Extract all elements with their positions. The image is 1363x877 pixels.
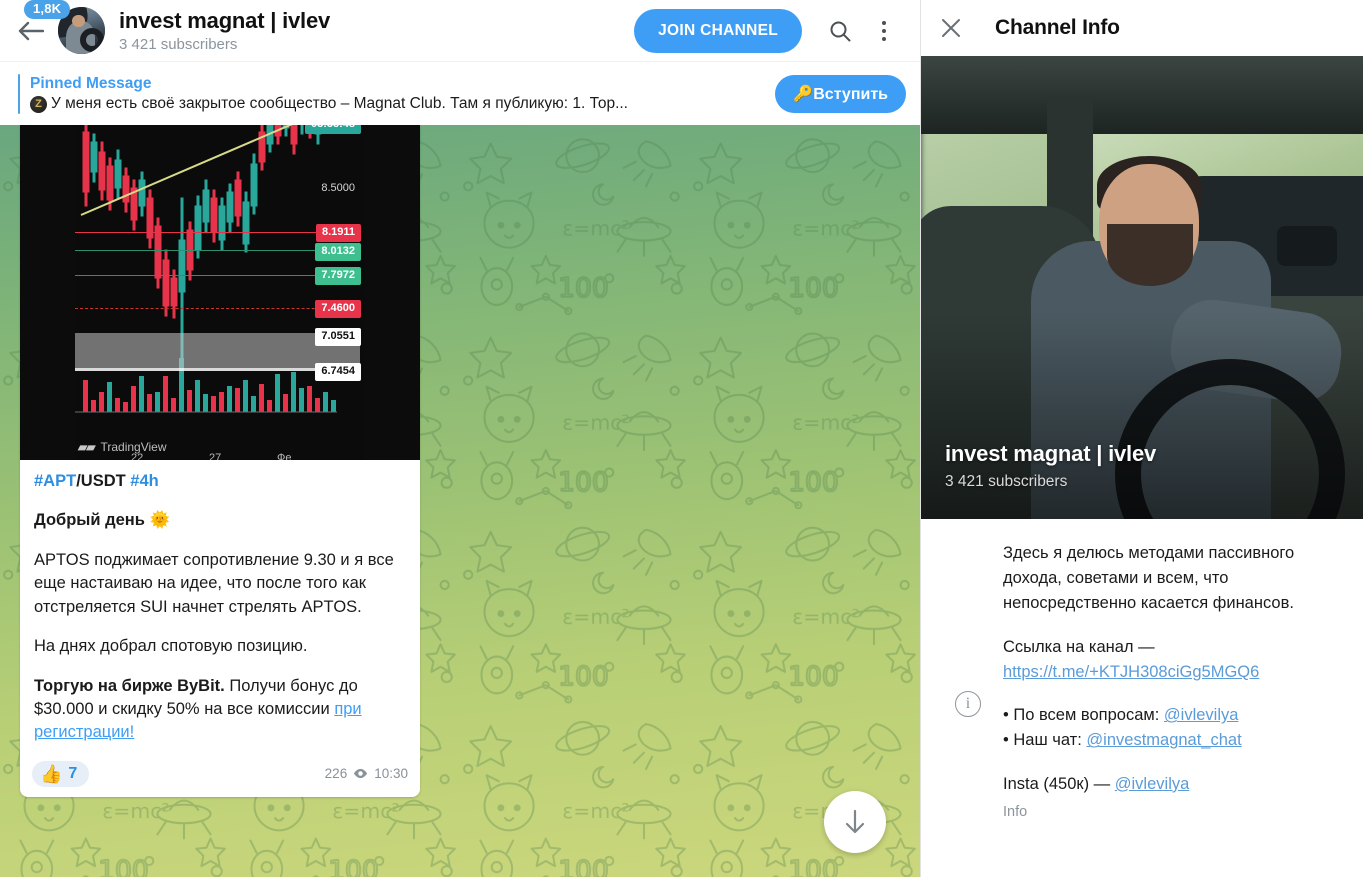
reaction-count: 7 — [68, 764, 78, 782]
close-icon — [942, 19, 960, 37]
message-text: #APT/USDT #4h Добрый день 🌞 APTOS поджим… — [20, 460, 420, 757]
bullet-chat-label: • Наш чат: — [1003, 731, 1087, 750]
x-tick-1: 27 — [209, 452, 222, 460]
message-paragraph-2: На днях добрал спотовую позицию. — [34, 637, 308, 656]
search-button[interactable] — [818, 9, 862, 53]
channel-title: invest magnat | ivlev — [119, 8, 331, 34]
join-channel-button[interactable]: JOIN CHANNEL — [634, 8, 802, 53]
scroll-to-bottom-button[interactable] — [824, 791, 886, 853]
channel-title-group[interactable]: invest magnat | ivlev 3 421 subscribers — [119, 8, 634, 52]
channel-subscribers: 3 421 subscribers — [119, 35, 238, 53]
instagram-label: Insta (450к) — — [1003, 774, 1115, 793]
candlestick-series — [75, 125, 365, 460]
channel-description[interactable]: Здесь я делюсь методами пассивного доход… — [1003, 541, 1343, 823]
more-vertical-icon — [882, 20, 886, 41]
channel-info-header: Channel Info — [921, 0, 1363, 56]
pinned-text: У меня есть своё закрытое сообщество – M… — [51, 95, 628, 113]
pinned-label: Pinned Message — [30, 74, 152, 92]
x-tick-2: Фе — [277, 452, 292, 460]
cover-channel-name: invest magnat | ivlev — [945, 441, 1157, 466]
tradingview-logo-icon: ▰▰ — [78, 440, 95, 454]
price-label-4: 7.7972 — [315, 267, 361, 285]
reaction-thumbsup[interactable]: 👍 7 — [32, 760, 90, 787]
username-ivlevilya-1[interactable]: @ivlevilya — [1164, 706, 1239, 724]
message-meta: 226 10:30 — [325, 766, 408, 781]
hashtag-apt[interactable]: #APT — [34, 472, 76, 490]
channel-invite-link[interactable]: https://t.me/+KTJH308ciGg5MGQ6 — [1003, 663, 1259, 681]
chat-header: 1,8K invest magnat | ivlev 3 421 subscri… — [0, 0, 920, 61]
channel-info-panel: Channel Info invest magnat | ivlev 3 421… — [920, 0, 1363, 877]
channel-message[interactable]: 03:33:48 8.5000 8.1911 8.0132 7.7972 7.4… — [20, 125, 420, 797]
thumbs-up-icon: 👍 — [40, 763, 63, 784]
price-label-0: 03:33:48 — [304, 125, 361, 134]
view-count: 226 — [324, 766, 348, 782]
price-label-2: 8.1911 — [315, 224, 361, 242]
info-circle-icon: i — [955, 691, 981, 717]
message-paragraph-1: APTOS поджимает сопротивление 9.30 и я в… — [34, 550, 394, 616]
pinned-thumbnail-icon — [30, 95, 47, 113]
search-icon — [830, 21, 851, 41]
message-pair-line: #APT/USDT #4h — [34, 470, 406, 493]
message-photo[interactable]: 03:33:48 8.5000 8.1911 8.0132 7.7972 7.4… — [20, 125, 420, 460]
username-investmagnat-chat[interactable]: @investmagnat_chat — [1086, 731, 1241, 749]
price-label-3: 8.0132 — [315, 243, 361, 261]
back-button[interactable]: 1,8K — [8, 0, 71, 54]
channel-link-label: Ссылка на канал — — [1003, 637, 1155, 656]
description-instagram: Insta (450к) — @ivlevilya — [1003, 772, 1343, 797]
message-time: 10:30 — [374, 766, 408, 782]
tradingview-chart: 03:33:48 8.5000 8.1911 8.0132 7.7972 7.4… — [75, 125, 365, 460]
info-caption: Info — [1003, 803, 1028, 820]
close-panel-button[interactable] — [935, 12, 967, 44]
chat-message-list[interactable]: ε=mc² 100 — [0, 125, 920, 877]
message-greeting: Добрый день 🌞 — [34, 511, 171, 530]
chat-column: 1,8K invest magnat | ivlev 3 421 subscri… — [0, 0, 920, 877]
price-label-6: 7.0551 — [315, 328, 361, 346]
description-contacts: • По всем вопросам: @ivlevilya • Наш чат… — [1003, 703, 1343, 753]
description-paragraph-1: Здесь я делюсь методами пассивного доход… — [1003, 544, 1295, 613]
price-label-5: 7.4600 — [315, 300, 361, 318]
pinned-join-button[interactable]: 🔑Вступить — [775, 74, 906, 113]
unread-count-badge: 1,8K — [24, 0, 71, 19]
message-paragraph-3: Торгую на бирже ByBit. Получи бонус до $… — [34, 675, 406, 745]
description-link-group: Ссылка на канал — https://t.me/+KTJH308c… — [1003, 635, 1343, 685]
channel-description-block: i Здесь я делюсь методами пассивного дох… — [921, 519, 1363, 823]
cover-subscribers: 3 421 subscribers — [945, 473, 1068, 490]
back-arrow-icon — [18, 21, 44, 40]
telegram-channel-screen: 1,8K invest magnat | ivlev 3 421 subscri… — [0, 0, 1363, 877]
info-icon-column: i — [941, 541, 1003, 823]
tradingview-watermark: ▰▰ TradingView — [78, 440, 167, 454]
eye-icon — [354, 769, 368, 779]
message-footer: 👍 7 226 10:30 — [20, 757, 420, 797]
bullet-questions-label: • По всем вопросам: — [1003, 706, 1164, 725]
pinned-texts: Pinned Message У меня есть своё закрытое… — [30, 74, 775, 113]
username-ivlevilya-2[interactable]: @ivlevilya — [1115, 775, 1190, 793]
channel-cover-photo[interactable]: invest magnat | ivlev 3 421 subscribers — [921, 56, 1363, 519]
pinned-stripe — [18, 74, 20, 114]
arrow-down-icon — [845, 809, 865, 834]
hashtag-4h[interactable]: #4h — [130, 472, 158, 490]
tradingview-label: TradingView — [100, 440, 167, 454]
pinned-message-bar[interactable]: Pinned Message У меня есть своё закрытое… — [0, 61, 920, 125]
price-label-1: 8.5000 — [321, 182, 355, 194]
channel-info-title: Channel Info — [995, 16, 1120, 39]
price-label-7: 6.7454 — [315, 363, 361, 381]
pair-usdt: /USDT — [76, 472, 126, 490]
more-menu-button[interactable] — [862, 9, 906, 53]
bybit-bold: Торгую на бирже ByBit. — [34, 676, 225, 695]
